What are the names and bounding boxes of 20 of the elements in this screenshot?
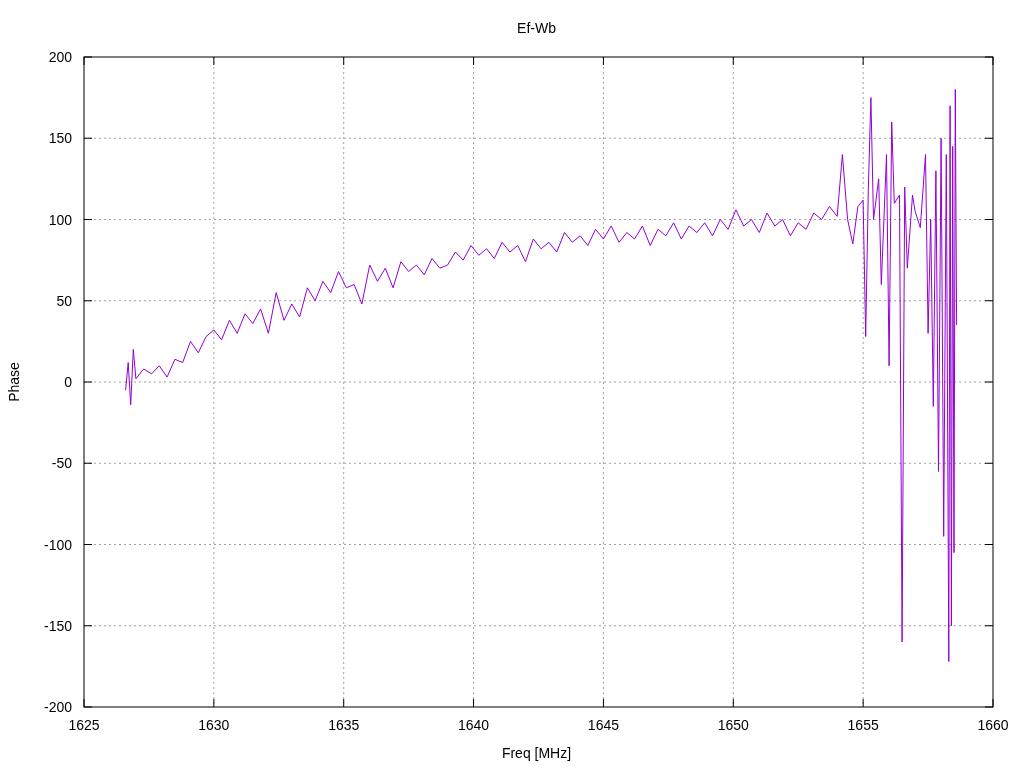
tick-label: 1635: [328, 717, 360, 733]
tick-label: 150: [48, 130, 72, 147]
x-axis-label: Freq [MHz]: [501, 745, 572, 761]
tick-label: 200: [48, 49, 72, 65]
tick-label: -200: [43, 699, 72, 715]
tick-label: -50: [51, 455, 72, 472]
tick-label: -150: [43, 617, 72, 634]
tick-label: -100: [43, 536, 72, 553]
tick-label: 100: [48, 211, 72, 228]
tick-label: 0: [64, 374, 72, 390]
y-axis-label: Phase: [6, 362, 22, 402]
chart-title: Ef-Wb: [517, 20, 556, 36]
tick-label: 1640: [458, 717, 490, 733]
tick-label: 1660: [977, 717, 1009, 733]
tick-label: 1645: [587, 717, 619, 733]
tick-label: 1650: [717, 717, 749, 733]
tick-label: 1655: [847, 717, 879, 733]
tick-label: 50: [56, 292, 72, 309]
tick-label: 1630: [198, 717, 230, 733]
tick-label: 1625: [68, 717, 100, 733]
